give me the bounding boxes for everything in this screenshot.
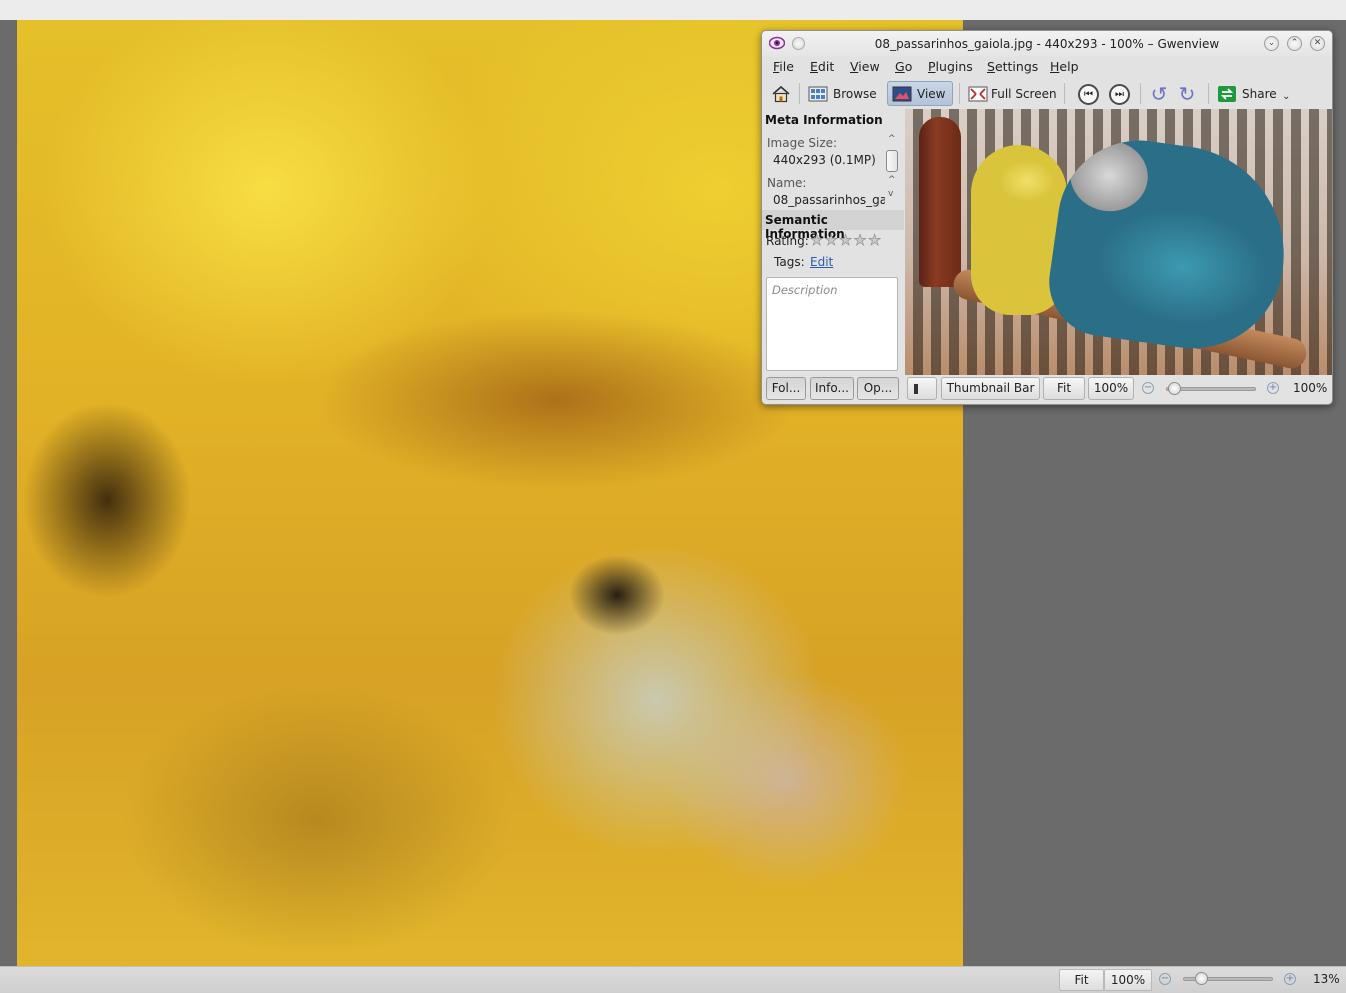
pin-icon[interactable] (792, 37, 805, 50)
toolbar-separator (799, 83, 800, 104)
top-strip (0, 0, 1346, 20)
chevron-down-icon[interactable]: ⌄ (1282, 91, 1290, 102)
star-icon[interactable]: ★ (824, 232, 838, 248)
tab-information[interactable]: Info... (810, 377, 854, 400)
name-value: 08_passarinhos_gai (773, 193, 885, 207)
zoom-slider-handle[interactable] (1195, 972, 1208, 985)
scroll-down-icon[interactable]: v (888, 189, 893, 199)
blue-parakeet (1042, 129, 1298, 361)
toolbar-separator (1140, 83, 1141, 104)
image-size-value: 440x293 (0.1MP) (773, 153, 876, 167)
rating-stars[interactable]: ★ ★ ★ ★ ★ (810, 232, 882, 248)
menu-view[interactable]: View (850, 59, 880, 74)
meta-information-heading: Meta Information (765, 113, 883, 127)
rotate-right-icon[interactable]: ↻ (1176, 83, 1198, 105)
info-sidebar: Meta Information Image Size: 440x293 (0.… (762, 109, 904, 371)
menu-help[interactable]: Help (1050, 59, 1079, 74)
toolbar-separator (1208, 83, 1209, 104)
rating-label: Rating: (766, 234, 809, 248)
previous-icon[interactable]: ⏮ (1078, 84, 1099, 105)
zoom-out-icon[interactable]: − (1142, 382, 1154, 394)
view-button[interactable]: View (887, 81, 953, 106)
star-icon[interactable]: ★ (839, 232, 853, 248)
tags-label: Tags: (774, 255, 805, 269)
zoom-preset-button[interactable]: 100% (1088, 377, 1134, 400)
sidebar-toggle-icon (914, 384, 918, 394)
close-icon[interactable]: ✕ (1310, 36, 1325, 51)
zoom-value: 13% (1313, 972, 1340, 986)
tab-folders[interactable]: Fol... (766, 377, 806, 400)
share-label: Share (1242, 86, 1277, 101)
home-button[interactable] (767, 81, 795, 106)
main-toolbar: Browse View Full Screen ⏮ ⏭ ↺ ↻ Share ⌄ (762, 79, 1332, 109)
home-icon (772, 85, 790, 102)
menu-plugins[interactable]: Plugins (928, 59, 973, 74)
fullscreen-statusbar: Fit 100% − + 13% (0, 966, 1346, 993)
zoom-slider-handle[interactable] (1168, 382, 1181, 395)
star-icon[interactable]: ★ (868, 232, 882, 248)
browse-label: Browse (833, 86, 877, 101)
name-label: Name: (767, 176, 807, 190)
maximize-icon[interactable]: ⌃ (1287, 36, 1302, 51)
rotate-left-icon[interactable]: ↺ (1148, 83, 1170, 105)
menu-settings[interactable]: Settings (987, 59, 1038, 74)
sidebar-toggle-button[interactable] (907, 377, 937, 400)
cage-feeder (919, 117, 961, 287)
menu-edit[interactable]: Edit (810, 59, 834, 74)
zoom-in-icon[interactable]: + (1284, 973, 1296, 985)
tags-edit-link[interactable]: Edit (810, 255, 833, 269)
share-button[interactable]: Share (1213, 81, 1281, 106)
browse-button[interactable]: Browse (804, 81, 881, 106)
window-title: 08_passarinhos_gaiola.jpg - 440x293 - 10… (874, 37, 1220, 51)
view-label: View (917, 86, 946, 101)
star-icon[interactable]: ★ (853, 232, 867, 248)
fullscreen-icon (968, 86, 988, 101)
semantic-section: Semantic Information (762, 210, 904, 241)
toolbar-separator (959, 83, 960, 104)
thumbnail-bar-button[interactable]: Thumbnail Bar (941, 377, 1040, 400)
scroll-up-icon[interactable]: ^ (888, 134, 896, 144)
gwenview-window: 08_passarinhos_gaiola.jpg - 440x293 - 10… (761, 30, 1333, 405)
meta-scrollbar-handle[interactable] (886, 150, 898, 172)
fit-button[interactable]: Fit (1059, 969, 1104, 991)
minimize-icon[interactable]: ⌄ (1264, 36, 1279, 51)
browse-icon (808, 86, 828, 101)
gwenview-icon[interactable] (769, 36, 785, 50)
star-icon[interactable]: ★ (810, 232, 824, 248)
zoom-out-icon[interactable]: − (1159, 973, 1171, 985)
zoom-in-icon[interactable]: + (1267, 382, 1279, 394)
zoom-preset-button[interactable]: 100% (1104, 969, 1152, 991)
menu-file[interactable]: File (773, 59, 794, 74)
description-placeholder: Description (772, 283, 838, 297)
image-view[interactable] (905, 109, 1332, 375)
background-margin-left (0, 20, 17, 966)
menu-go[interactable]: Go (895, 59, 912, 74)
view-icon (892, 86, 912, 101)
share-icon (1218, 85, 1236, 102)
tab-operations[interactable]: Op... (857, 377, 899, 400)
description-field[interactable]: Description (766, 277, 898, 371)
fit-button[interactable]: Fit (1043, 377, 1085, 400)
window-statusbar: Fol... Info... Op... Thumbnail Bar Fit 1… (762, 375, 1332, 404)
image-size-label: Image Size: (767, 136, 838, 150)
scroll-up-icon[interactable]: ^ (888, 175, 896, 185)
menu-bar: File Edit View Go Plugins Settings Help (762, 57, 1332, 79)
toolbar-separator (1064, 83, 1065, 104)
fullscreen-button[interactable]: Full Screen (964, 81, 1061, 106)
fullscreen-label: Full Screen (991, 86, 1057, 101)
title-bar[interactable]: 08_passarinhos_gaiola.jpg - 440x293 - 10… (762, 31, 1332, 57)
next-icon[interactable]: ⏭ (1109, 84, 1130, 105)
zoom-value: 100% (1293, 381, 1328, 395)
